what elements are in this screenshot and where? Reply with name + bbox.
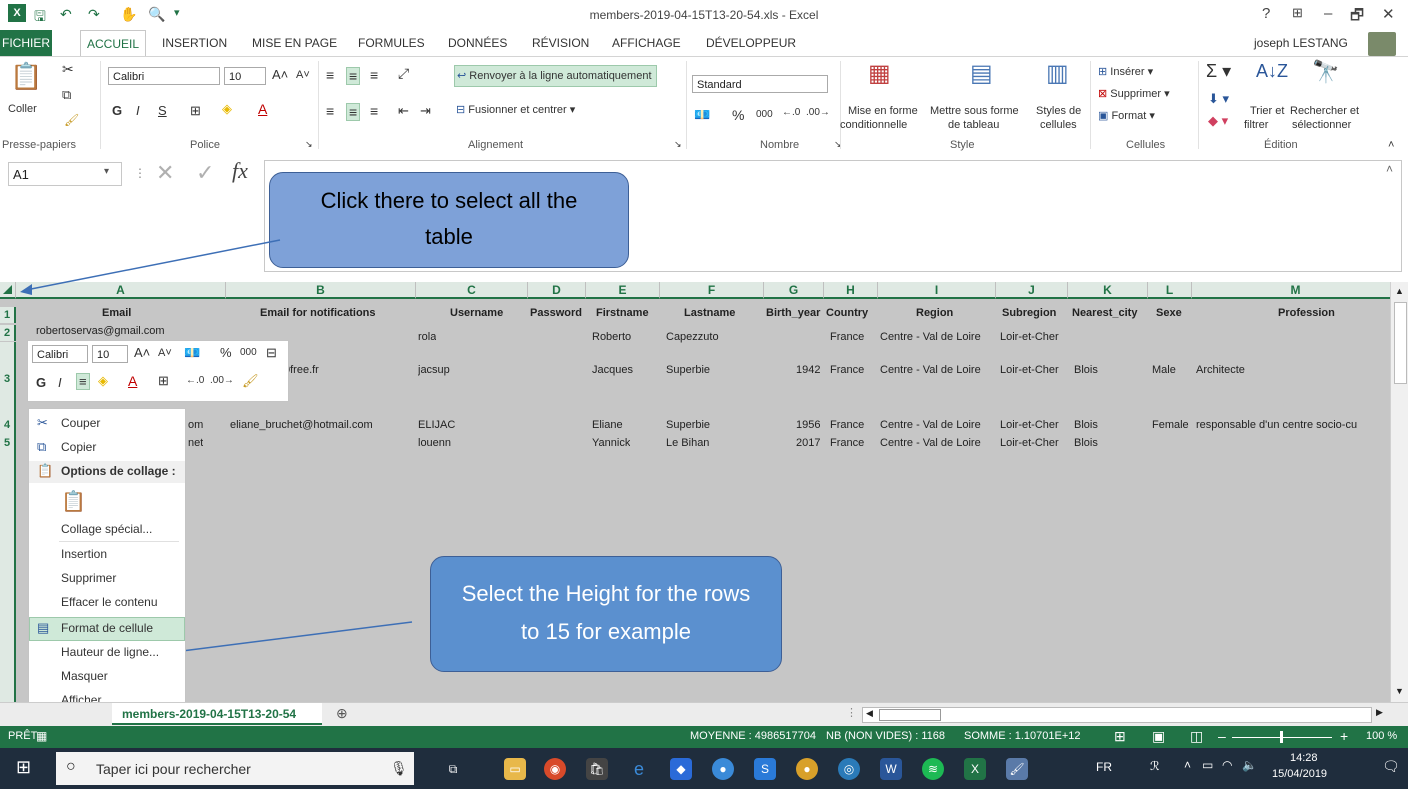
excel-taskbar-icon[interactable]: X xyxy=(964,758,986,780)
menu-item-delete[interactable]: Supprimer xyxy=(61,571,116,585)
arrow-to-row-height xyxy=(181,621,413,652)
zoom-slider-thumb[interactable] xyxy=(1280,731,1283,743)
scroll-left-icon[interactable]: ◀ xyxy=(866,708,873,719)
people-icon[interactable]: ℛ xyxy=(1150,759,1160,773)
mini-shrink-font-icon[interactable]: A˅ xyxy=(158,347,172,359)
store-icon[interactable]: 🛍 xyxy=(586,758,608,780)
mini-currency-icon[interactable]: 💶 xyxy=(184,345,200,361)
macro-record-icon[interactable]: ▦ xyxy=(36,729,47,743)
chrome-icon[interactable]: ◉ xyxy=(544,758,566,780)
scroll-right-icon[interactable]: ▶ xyxy=(1376,707,1383,718)
edge-icon[interactable]: e xyxy=(628,758,650,780)
page-layout-icon[interactable]: ▣ xyxy=(1152,728,1165,745)
mini-grow-font-icon[interactable]: A˄ xyxy=(134,345,150,360)
language-indicator[interactable]: FR xyxy=(1096,760,1112,774)
status-bar: PRÊT ▦ MOYENNE : 4986517704 NB (NON VIDE… xyxy=(0,726,1408,748)
paste-icon[interactable]: 📋 xyxy=(61,489,86,514)
status-mode: PRÊT xyxy=(8,730,38,742)
mini-decrease-decimal-icon[interactable]: .00→ xyxy=(210,375,234,386)
volume-icon[interactable]: 🔈 xyxy=(1242,758,1257,772)
callout-row-height: Select the Height for the rows to 15 for… xyxy=(430,556,782,672)
clock-time[interactable]: 14:28 xyxy=(1290,752,1318,764)
spotify-icon[interactable]: ≋ xyxy=(922,758,944,780)
paint-icon[interactable]: 🖌 xyxy=(1006,758,1028,780)
copy-icon: ⧉ xyxy=(37,439,47,454)
zoom-level[interactable]: 100 % xyxy=(1366,730,1397,742)
menu-item-paste-special[interactable]: Collage spécial... xyxy=(61,522,152,536)
status-sum: SOMME : 1.10701E+12 xyxy=(964,730,1081,742)
menu-item-format-cells[interactable]: Format de cellule xyxy=(61,621,153,635)
sheet-bar: members-2019-04-15T13-20-54 ⊕ ⋮ ◀ ▶ xyxy=(0,702,1408,727)
mini-center-icon[interactable]: ≡ xyxy=(76,373,90,390)
app2-icon[interactable]: ● xyxy=(796,758,818,780)
mini-font-color-icon[interactable]: A xyxy=(128,373,137,389)
sheet-tab[interactable]: members-2019-04-15T13-20-54 xyxy=(112,703,322,725)
mini-borders-icon[interactable]: ⊞ xyxy=(158,373,169,389)
mini-size-combo[interactable]: 10 xyxy=(92,345,128,363)
app-icon[interactable]: ● xyxy=(712,758,734,780)
menu-item-copy[interactable]: Copier xyxy=(61,440,96,454)
mini-thousands-button[interactable]: 000 xyxy=(240,347,257,358)
page-break-icon[interactable]: ◫ xyxy=(1190,728,1203,745)
search-circle-icon: ○ xyxy=(66,758,76,775)
zoom-in-icon[interactable]: + xyxy=(1340,728,1348,744)
taskbar: ⊞ ○ Taper ici pour rechercher 🎙 ⧉ ▭ ◉ 🛍 … xyxy=(0,748,1408,789)
menu-item-paste-options: Options de collage : xyxy=(61,464,176,478)
app3-icon[interactable]: ◎ xyxy=(838,758,860,780)
arrow-head-icon xyxy=(20,284,32,295)
mini-format-painter-icon[interactable]: 🖌 xyxy=(242,373,259,389)
mini-merge-icon[interactable]: ⊟ xyxy=(266,345,277,361)
tray-expand-icon[interactable]: ˄ xyxy=(1184,758,1191,772)
windows-start-icon[interactable]: ⊞ xyxy=(16,757,31,778)
file-explorer-icon[interactable]: ▭ xyxy=(504,758,526,780)
menu-divider xyxy=(59,541,179,542)
menu-item-clear[interactable]: Effacer le contenu xyxy=(61,595,158,609)
mini-bold-button[interactable]: G xyxy=(36,375,46,390)
context-menu: ✂ Couper ⧉ Copier 📋 Options de collage :… xyxy=(28,408,186,712)
dropbox-icon[interactable]: ◆ xyxy=(670,758,692,780)
mini-increase-decimal-icon[interactable]: ←.0 xyxy=(186,375,204,386)
mini-fill-color-icon[interactable]: ◈ xyxy=(98,373,108,389)
zoom-out-icon[interactable]: – xyxy=(1218,728,1226,744)
paste-options-icon: 📋 xyxy=(37,463,54,478)
search-box[interactable]: ○ Taper ici pour rechercher 🎙 xyxy=(56,752,414,785)
skype-icon[interactable]: S xyxy=(754,758,776,780)
mini-font-combo[interactable]: Calibri xyxy=(32,345,88,363)
horizontal-scrollbar[interactable]: ◀ xyxy=(862,707,1372,723)
menu-item-hide[interactable]: Masquer xyxy=(61,669,108,683)
wifi-icon[interactable]: ◠ xyxy=(1222,758,1232,772)
mini-percent-button[interactable]: % xyxy=(220,345,232,360)
arrow-to-select-all xyxy=(25,239,281,291)
search-placeholder: Taper ici pour rechercher xyxy=(96,761,251,777)
format-cells-icon: ▤ xyxy=(37,620,50,635)
normal-view-icon[interactable]: ⊞ xyxy=(1114,728,1126,745)
word-icon[interactable]: W xyxy=(880,758,902,780)
hscroll-grip-icon: ⋮ xyxy=(846,707,857,719)
task-view-icon[interactable]: ⧉ xyxy=(442,758,464,780)
battery-icon[interactable]: ▭ xyxy=(1202,758,1213,772)
status-count: NB (NON VIDES) : 1168 xyxy=(826,730,945,742)
menu-item-insert[interactable]: Insertion xyxy=(61,547,107,561)
add-sheet-icon[interactable]: ⊕ xyxy=(336,705,348,722)
clock-date[interactable]: 15/04/2019 xyxy=(1272,768,1327,780)
notifications-icon[interactable]: 🗨 xyxy=(1382,758,1400,775)
status-average: MOYENNE : 4986517704 xyxy=(690,730,816,742)
menu-item-row-height[interactable]: Hauteur de ligne... xyxy=(61,645,159,659)
menu-item-cut[interactable]: Couper xyxy=(61,416,100,430)
hscroll-thumb[interactable] xyxy=(879,709,941,721)
mini-italic-button[interactable]: I xyxy=(58,375,62,390)
mini-toolbar: Calibri 10 A˄ A˅ 💶 % 000 ⊟ G I ≡ ◈ A ⊞ ←… xyxy=(27,340,289,402)
microphone-icon[interactable]: 🎙 xyxy=(390,760,408,777)
cut-icon: ✂ xyxy=(37,415,48,430)
